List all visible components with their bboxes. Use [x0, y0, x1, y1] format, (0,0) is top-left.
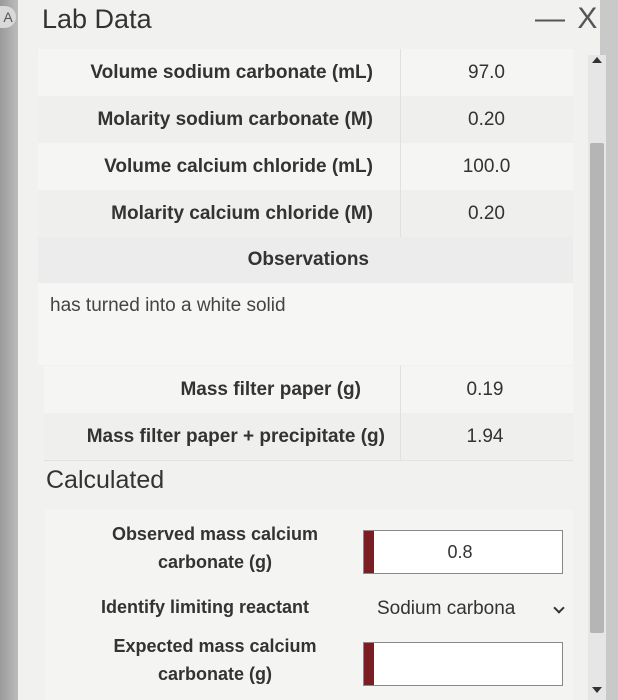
scroll-down-arrow-icon[interactable]	[592, 687, 602, 693]
limiting-reactant-select[interactable]: Sodium carbona	[377, 594, 567, 624]
limiting-reactant-label: Identify limiting reactant	[100, 597, 310, 617]
label-line: Expected mass calcium	[113, 636, 317, 656]
row-label: Molarity calcium chloride (M)	[111, 203, 373, 224]
row-value: 97.0	[468, 62, 505, 83]
calculated-section-title: Calculated	[46, 466, 165, 494]
chevron-down-icon	[553, 602, 565, 614]
table-row: Molarity calcium chloride (M) 0.20	[38, 190, 573, 238]
scroll-up-arrow-icon[interactable]	[592, 57, 602, 63]
row-value: 0.19	[466, 379, 504, 400]
observed-mass-label: Observed mass calcium carbonate (g)	[85, 520, 345, 576]
row-label: Volume calcium chloride (mL)	[104, 156, 373, 177]
row-label: Mass filter paper + precipitate (g)	[86, 426, 385, 447]
limiting-reactant-selected: Sodium carbona	[377, 598, 516, 619]
input-marker	[364, 531, 374, 573]
row-value: 0.20	[468, 109, 505, 130]
left-background-strip	[0, 0, 18, 700]
row-value: 100.0	[462, 156, 511, 177]
label-line: Observed mass calcium	[111, 524, 319, 544]
window-title: Lab Data	[42, 4, 152, 34]
observations-header-label: Observations	[247, 249, 369, 270]
table-row: Mass filter paper + precipitate (g) 1.94	[44, 413, 573, 461]
observed-mass-value: 0.8	[447, 542, 473, 562]
observed-mass-input[interactable]: 0.8	[363, 530, 563, 574]
row-label: Mass filter paper (g)	[180, 379, 361, 400]
table-row: Mass filter paper (g) 0.19	[44, 366, 573, 414]
table-row: Volume calcium chloride (mL) 100.0	[38, 143, 573, 191]
calculated-section: Observed mass calcium carbonate (g) 0.8 …	[45, 510, 573, 700]
input-marker	[364, 643, 374, 685]
observations-header: Observations	[38, 237, 573, 283]
label-line: carbonate (g)	[157, 552, 272, 572]
row-label: Volume sodium carbonate (mL)	[90, 62, 373, 83]
table-row: Volume sodium carbonate (mL) 97.0	[38, 49, 573, 97]
row-label: Molarity sodium carbonate (M)	[97, 109, 373, 130]
close-button[interactable]: — X	[535, 2, 599, 36]
expected-mass-input[interactable]	[363, 642, 563, 686]
row-value: 1.94	[466, 426, 504, 447]
vertical-scrollbar[interactable]	[588, 55, 606, 700]
observations-field[interactable]: has turned into a white solid	[38, 283, 573, 365]
observations-text: has turned into a white solid	[50, 295, 286, 316]
row-value: 0.20	[468, 203, 505, 224]
label-line: carbonate (g)	[157, 664, 272, 684]
scrollbar-thumb[interactable]	[590, 143, 604, 633]
table-row: Molarity sodium carbonate (M) 0.20	[38, 96, 573, 144]
expected-mass-label: Expected mass calcium carbonate (g)	[85, 632, 345, 688]
